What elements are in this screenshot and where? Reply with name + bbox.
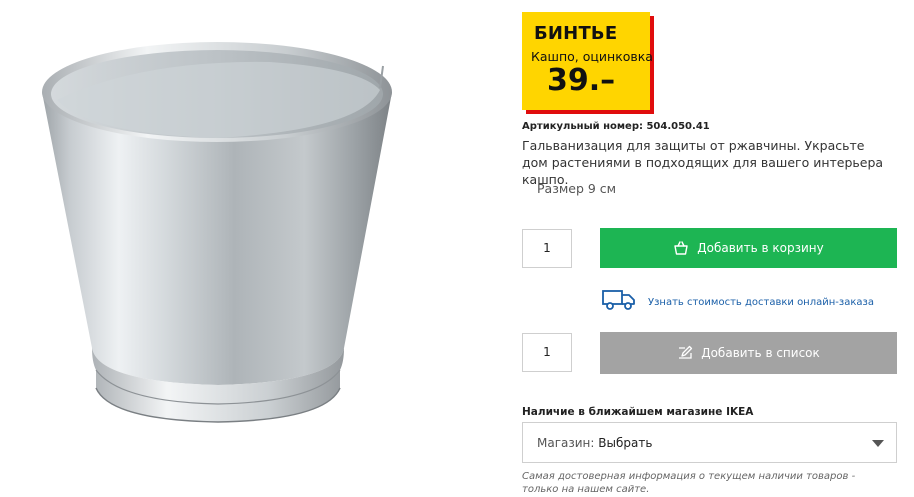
product-name: БИНТЬЕ [534,23,618,44]
add-to-list-button[interactable]: Добавить в список [600,332,897,374]
store-select-text: Магазин: Выбрать [537,436,652,450]
truck-icon [602,289,636,315]
shopping-bag-icon [673,240,689,256]
list-quantity-input[interactable]: 1 [522,333,572,372]
product-subtitle: Кашпо, оцинковка [531,49,653,64]
store-note: Самая достоверная информация о текущем н… [522,471,856,495]
chevron-down-icon [872,440,884,447]
product-price: 39.– [547,63,616,98]
product-image [42,42,392,423]
pencil-list-icon [677,345,693,361]
delivery-cost-link[interactable]: Узнать стоимость доставки онлайн-заказа [602,289,874,315]
add-to-cart-label: Добавить в корзину [697,241,824,255]
product-size: Размер 9 см [537,181,617,196]
store-select-label: Магазин: [537,436,595,450]
cart-quantity-input[interactable]: 1 [522,229,572,268]
price-tag: БИНТЬЕ Кашпо, оцинковка 39.– [522,12,653,110]
add-to-list-label: Добавить в список [701,346,820,360]
add-to-cart-button[interactable]: Добавить в корзину [600,228,897,268]
delivery-link-label: Узнать стоимость доставки онлайн-заказа [648,296,874,308]
store-availability-heading: Наличие в ближайшем магазине IKEA [522,406,754,418]
article-number: Артикульный номер: 504.050.41 [522,121,710,132]
store-select-value: Выбрать [598,436,653,450]
store-select[interactable]: Магазин: Выбрать [522,422,897,463]
